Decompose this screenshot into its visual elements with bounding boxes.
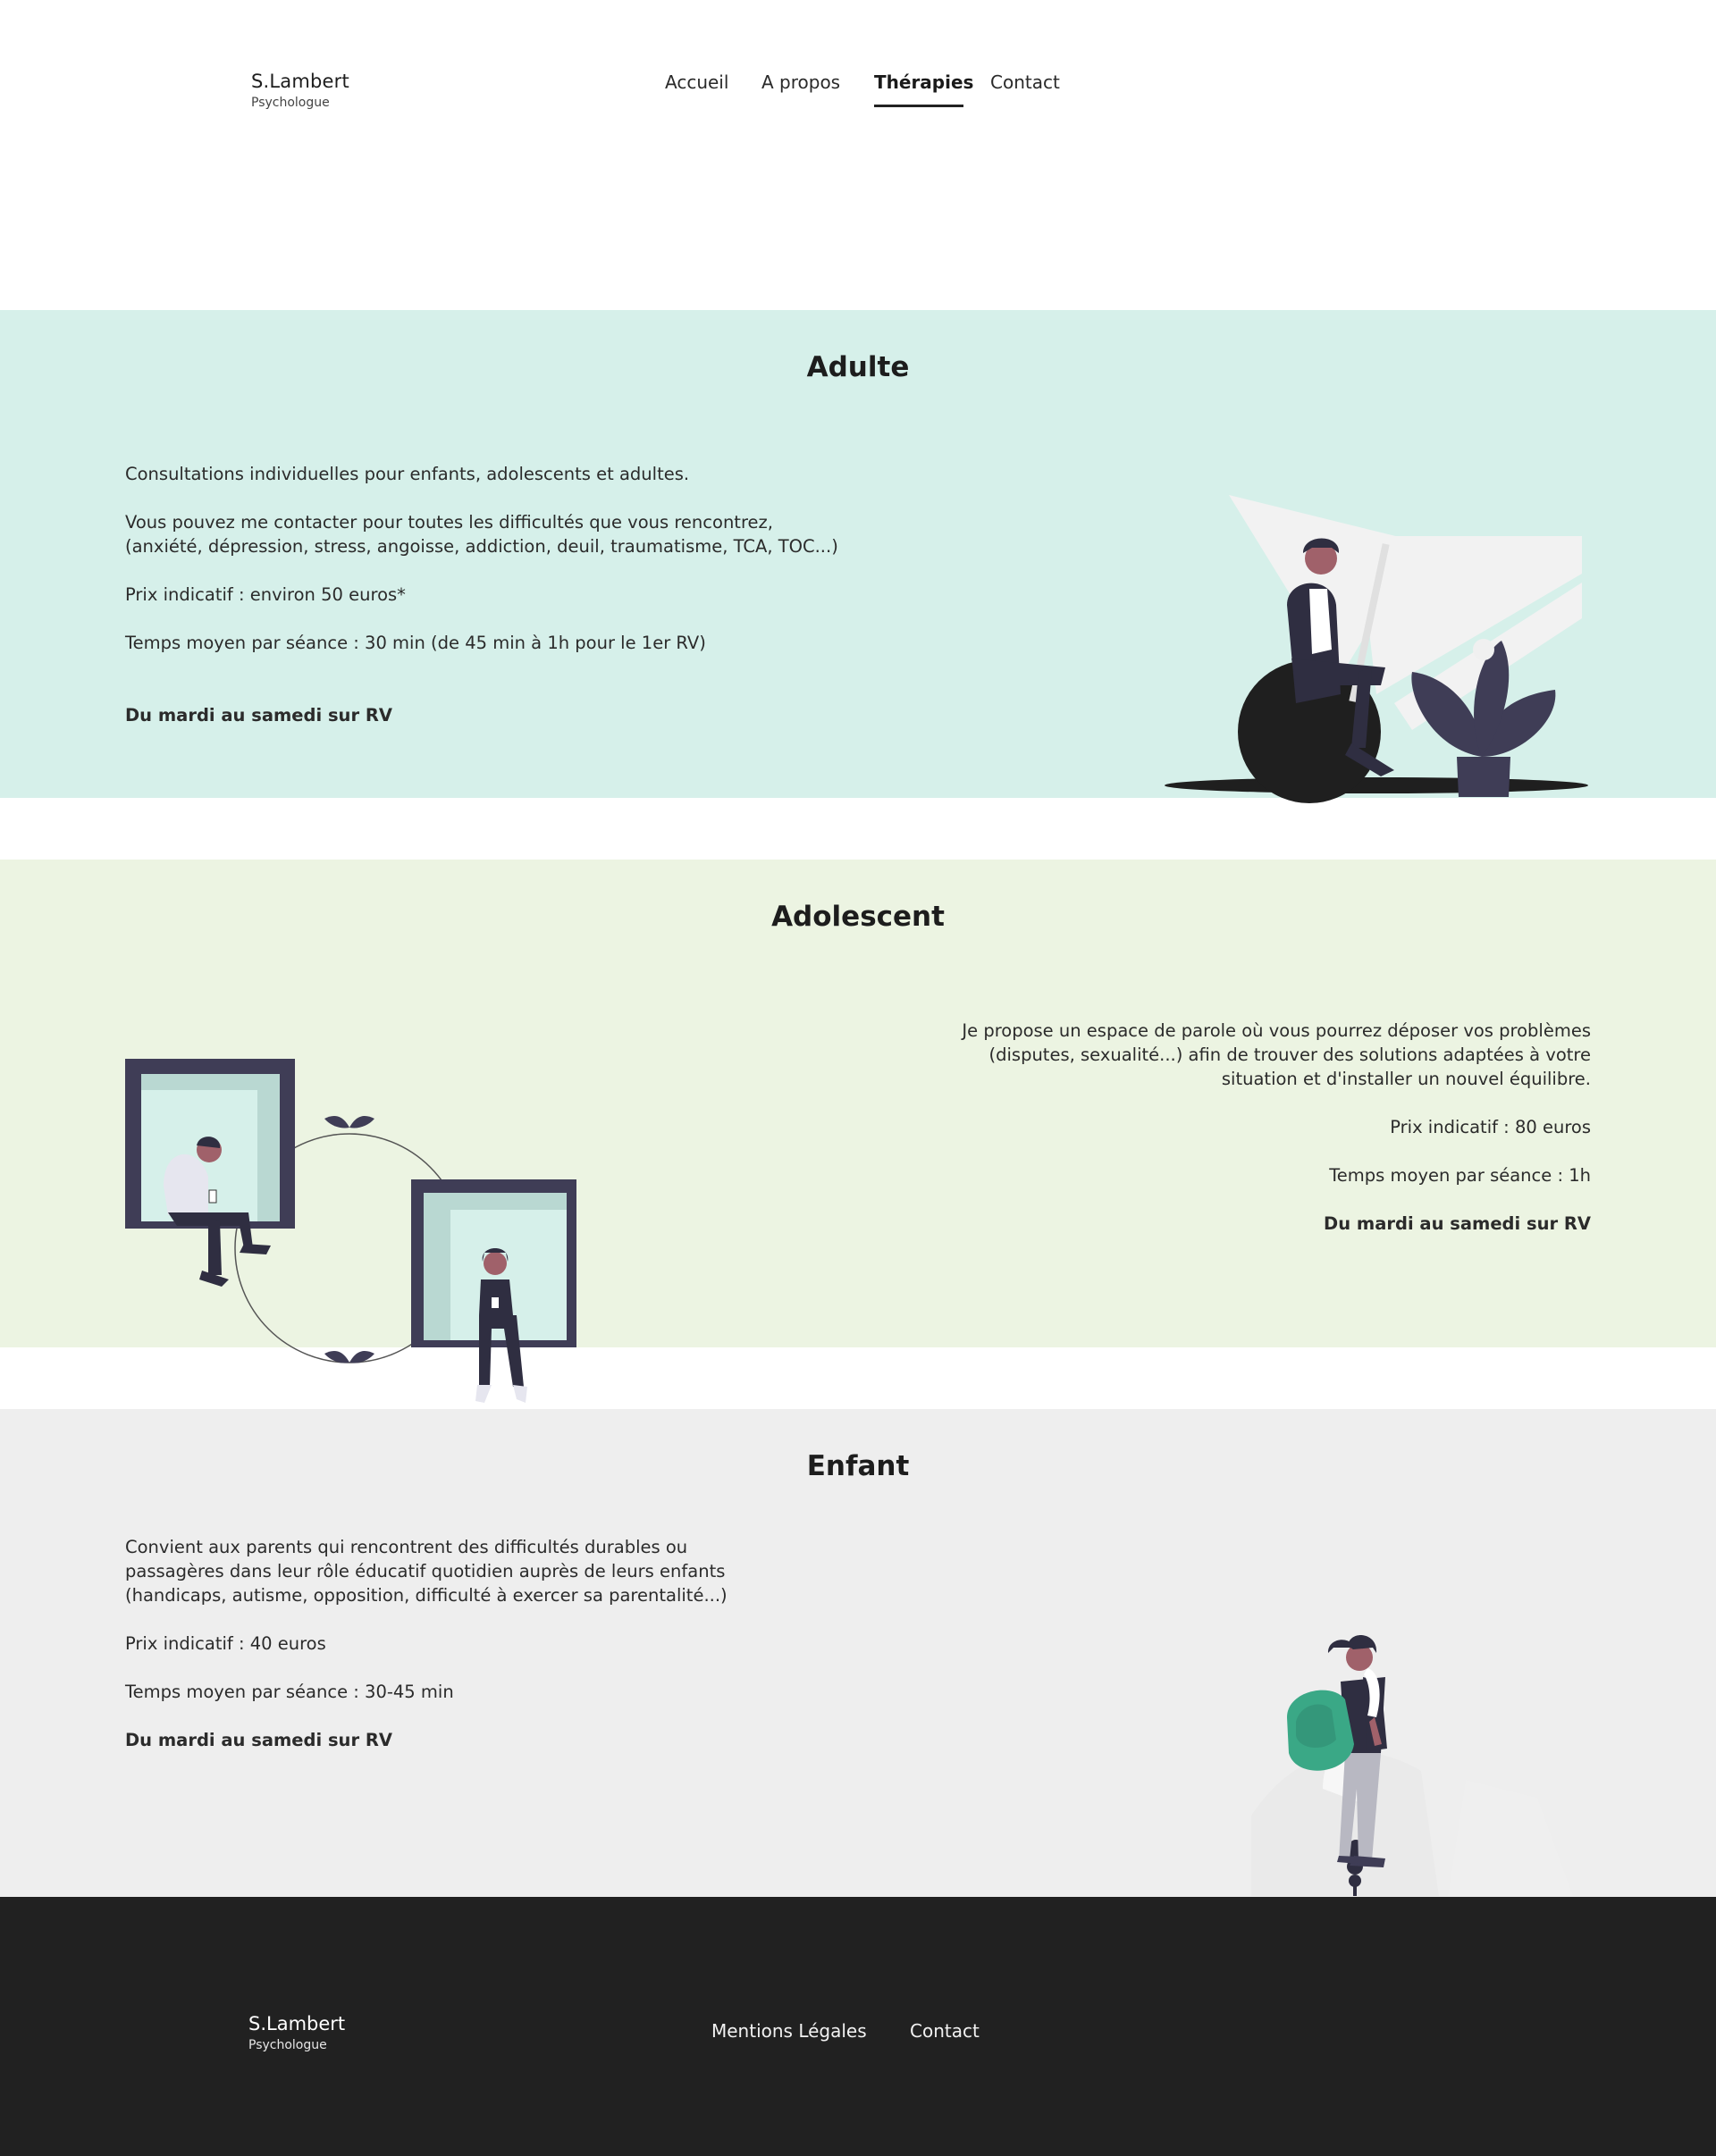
- enfant-desc-3: (handicaps, autisme, opposition, difficu…: [125, 1585, 728, 1606]
- footer-link-contact[interactable]: Contact: [910, 2020, 980, 2042]
- ado-schedule: Du mardi au samedi sur RV: [1324, 1213, 1591, 1234]
- footer-logo-subtitle: Psychologue: [248, 2038, 327, 2052]
- site-logo[interactable]: S.Lambert Psychologue: [251, 71, 349, 110]
- enfant-desc-1: Convient aux parents qui rencontrent des…: [125, 1537, 688, 1557]
- nav-a-propos[interactable]: A propos: [761, 71, 840, 93]
- enfant-text: Convient aux parents qui rencontrent des…: [125, 1535, 728, 1752]
- nav-contact[interactable]: Contact: [990, 71, 1060, 93]
- logo-subtitle: Psychologue: [251, 96, 330, 110]
- section-adolescent: Adolescent Je propose un espace de parol…: [0, 860, 1716, 1403]
- windows-people-illustration: [125, 1059, 576, 1403]
- adulte-desc-2: (anxiété, dépression, stress, angoisse, …: [125, 536, 838, 557]
- nav-accueil[interactable]: Accueil: [665, 71, 728, 93]
- footer-link-mentions[interactable]: Mentions Légales: [711, 2020, 867, 2042]
- section-title: Enfant: [806, 1450, 910, 1482]
- adulte-schedule: Du mardi au samedi sur RV: [125, 705, 392, 726]
- man-on-ball-illustration: [1165, 495, 1588, 803]
- adulte-price: Prix indicatif : environ 50 euros*: [125, 584, 406, 605]
- ado-price: Prix indicatif : 80 euros: [1390, 1117, 1591, 1137]
- footer-logo-name: S.Lambert: [248, 2013, 346, 2034]
- nav-therapies[interactable]: Thérapies: [874, 71, 973, 93]
- logo-name: S.Lambert: [251, 71, 349, 92]
- ado-desc-1: Je propose un espace de parole où vous p…: [962, 1020, 1591, 1041]
- ado-text: Je propose un espace de parole où vous p…: [894, 1019, 1591, 1236]
- section-title: Adulte: [806, 351, 910, 383]
- enfant-price: Prix indicatif : 40 euros: [125, 1633, 326, 1654]
- child-with-backpack-illustration: [1251, 1635, 1573, 1896]
- adulte-intro: Consultations individuelles pour enfants…: [125, 464, 690, 484]
- ado-duration: Temps moyen par séance : 1h: [1329, 1165, 1591, 1186]
- ado-desc-3: situation et d'installer un nouvel équil…: [1221, 1069, 1591, 1089]
- adulte-desc-1: Vous pouvez me contacter pour toutes les…: [125, 512, 773, 533]
- adulte-duration: Temps moyen par séance : 30 min (de 45 m…: [125, 633, 706, 653]
- nav-active-underline: [874, 105, 963, 107]
- footer-logo[interactable]: S.Lambert Psychologue: [248, 2013, 345, 2052]
- section-title: Adolescent: [771, 901, 945, 933]
- ado-desc-2: (disputes, sexualité...) afin de trouver…: [988, 1044, 1592, 1065]
- adulte-text: Consultations individuelles pour enfants…: [125, 462, 838, 727]
- enfant-desc-2: passagères dans leur rôle éducatif quoti…: [125, 1561, 726, 1581]
- site-footer: S.Lambert Psychologue Mentions Légales C…: [0, 1897, 1716, 2156]
- enfant-schedule: Du mardi au samedi sur RV: [125, 1730, 392, 1750]
- enfant-duration: Temps moyen par séance : 30-45 min: [125, 1682, 454, 1702]
- section-enfant: Enfant Convient aux parents qui rencontr…: [0, 1409, 1716, 1897]
- section-adulte: Adulte Consultations individuelles pour …: [0, 310, 1716, 803]
